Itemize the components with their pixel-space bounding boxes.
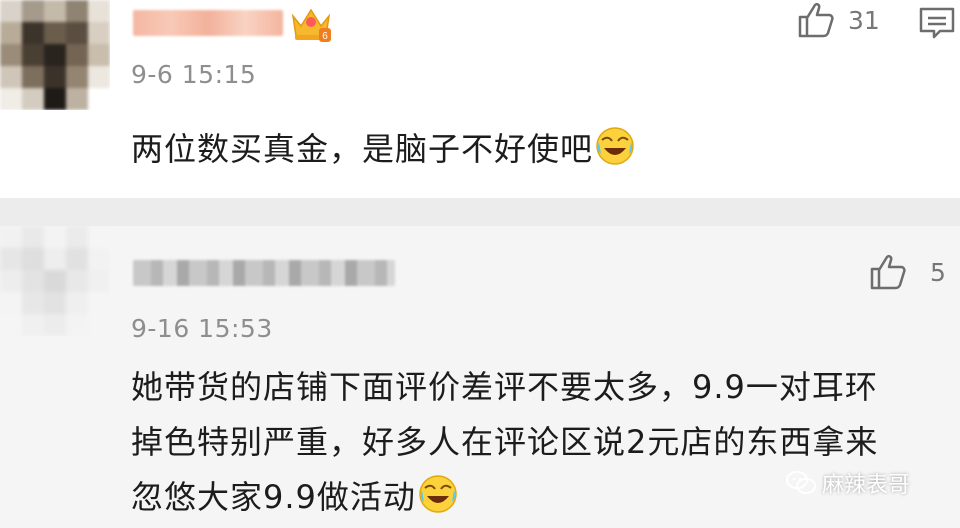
comment-body: 两位数买真金，是脑子不好使吧 <box>131 130 594 168</box>
avatar[interactable] <box>0 226 110 336</box>
badge-level: 6 <box>322 31 328 42</box>
username-blurred[interactable] <box>133 10 283 36</box>
like-count: 5 <box>930 257 946 287</box>
comment-line-3-text: 忽悠大家9.9做活动 <box>131 478 416 516</box>
wechat-icon <box>786 471 816 494</box>
comment-text: 两位数买真金，是脑子不好使吧 <box>131 122 635 177</box>
avatar[interactable] <box>0 0 110 110</box>
comment-feed: 6 31 9-6 15:15 两位数买真金，是脑子不好使吧 5 9-16 15:… <box>0 0 960 528</box>
comment-line-1: 她带货的店铺下面评价差评不要太多，9.9一对耳环 <box>131 368 878 406</box>
thumbs-up-icon <box>870 254 906 290</box>
comment-time: 9-6 15:15 <box>131 60 257 89</box>
comment-card-1: 6 31 9-6 15:15 两位数买真金，是脑子不好使吧 <box>0 0 960 198</box>
crown-badge-icon: 6 <box>291 8 331 42</box>
watermark-text: 麻辣表哥 <box>822 473 911 498</box>
comment-time: 9-16 15:53 <box>131 314 273 343</box>
reply-comment-icon[interactable] <box>918 6 956 40</box>
watermark: 麻辣表哥 <box>786 467 910 499</box>
comment-text: 她带货的店铺下面评价差评不要太多，9.9一对耳环 掉色特别严重，好多人在评论区说… <box>131 360 951 525</box>
cry-laugh-emoji-icon <box>419 475 457 513</box>
like-button[interactable]: 31 <box>796 0 880 40</box>
thumbs-up-icon <box>798 2 834 38</box>
like-button[interactable]: 5 <box>868 252 946 292</box>
cry-laugh-emoji-icon <box>596 127 634 165</box>
username-blurred[interactable] <box>133 260 395 286</box>
comment-separator <box>0 198 960 226</box>
comment-line-2: 掉色特别严重，好多人在评论区说2元店的东西拿来 <box>131 423 879 461</box>
like-count: 31 <box>848 5 880 35</box>
